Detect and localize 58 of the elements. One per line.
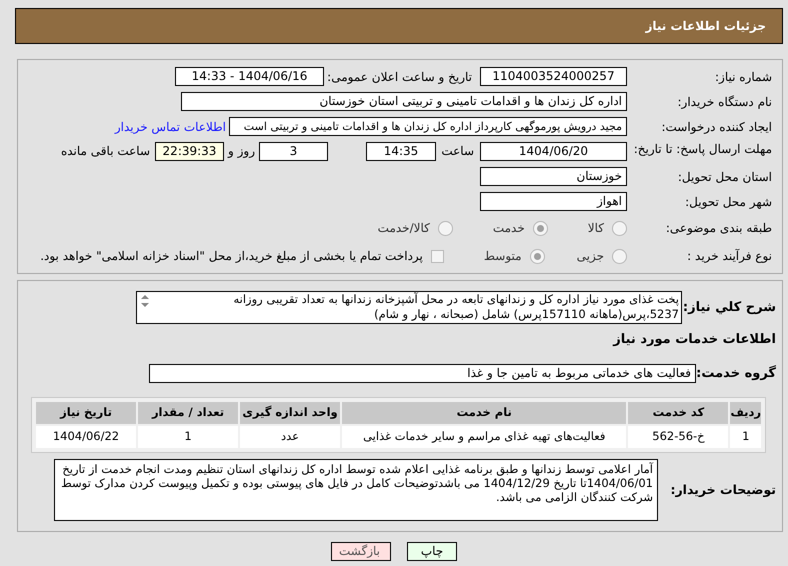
description-field[interactable]: پخت غذای مورد نیاز اداره کل و زندانهای تابعه در محل آشپزخانه زندانها به تعداد تقریبی روزانه 5237،پرس(ماهانه 157110پرس) شامل (صبحانه ، نهار و شام) bbox=[136, 291, 682, 324]
field-label: شماره نیاز: bbox=[714, 68, 772, 86]
field-label: روز و bbox=[228, 143, 255, 160]
notes-field[interactable]: آمار اعلامی توسط زندانها و طبق برنامه غذایی اعلام شده توسط اداره کل زندانهای استان تنظیم ومدت انجام خدمت از تاریخ 1404/06/01تا تاریخ 1404/12/29 می باشدتوضیحات کامل در فایل های پیوستی بوده و تکمیل وپیوست کردن مدارک توسط شرکت کنندگان الزامی می باشد. bbox=[54, 459, 658, 521]
field-label: توضیحات خریدار: bbox=[669, 480, 776, 499]
checkbox[interactable] bbox=[430, 250, 444, 262]
radio-button[interactable] bbox=[438, 220, 453, 236]
field-label: شهر محل تحویل: bbox=[684, 194, 772, 210]
page-title: جزئیات اطلاعات نیاز bbox=[645, 18, 766, 35]
column-header: تعداد / مقدار bbox=[138, 402, 238, 424]
scroll-arrows-icon[interactable] bbox=[139, 294, 151, 308]
need-number-field: 1104003524000257 bbox=[480, 67, 627, 86]
field-label: طبقه بندی موضوعی: bbox=[664, 220, 772, 237]
table-cell: 1 bbox=[730, 426, 761, 448]
deadline-time-field: 14:35 bbox=[366, 142, 436, 161]
section-title: اطلاعات خدمات مورد نياز bbox=[612, 331, 776, 349]
back-button[interactable]: بازگشت bbox=[331, 542, 391, 561]
days-field: 3 bbox=[259, 142, 328, 161]
radio-label: کالا/خدمت bbox=[378, 220, 430, 237]
field-label: ساعت باقی مانده bbox=[60, 143, 150, 160]
service-group-field: فعالیت های خدماتی مربوط به تامین جا و غذا bbox=[149, 364, 696, 383]
column-header: کد خدمت bbox=[628, 402, 728, 424]
radio-button[interactable] bbox=[532, 220, 548, 236]
radio-label: خدمت bbox=[492, 220, 525, 237]
column-header: واحد اندازه گیری bbox=[240, 402, 340, 424]
column-header: ردیف bbox=[730, 402, 761, 424]
table-cell: خ-56-562 bbox=[628, 426, 728, 448]
field-label: ایجاد کننده درخواست: bbox=[660, 118, 772, 136]
field-label: تاریخ و ساعت اعلان عمومی: bbox=[326, 68, 472, 86]
radio-label: کالا bbox=[588, 220, 604, 237]
field-label: شرح کلي نياز: bbox=[682, 298, 776, 317]
deadline-date-field: 1404/06/20 bbox=[480, 142, 627, 161]
table-cell: فعالیت‌های تهیه غذای مراسم و سایر خدمات غذایی bbox=[342, 426, 626, 448]
field-label: ساعت bbox=[442, 143, 474, 160]
contact-link[interactable]: اطلاعات تماس خریدار bbox=[114, 118, 226, 136]
city-field: اهواز bbox=[480, 192, 627, 211]
radio-button[interactable] bbox=[612, 248, 627, 264]
checkbox-label: پرداخت تمام یا بخشی از مبلغ خرید،از محل "اسناد خزانه اسلامی" خواهد بود. bbox=[40, 248, 423, 265]
table-cell: عدد bbox=[240, 426, 340, 448]
table-cell: 1404/06/22 bbox=[36, 426, 136, 448]
field-label: گروه خدمت: bbox=[696, 364, 776, 382]
radio-label: جزیی bbox=[576, 248, 604, 265]
radio-label: متوسط bbox=[484, 248, 522, 265]
province-field: خوزستان bbox=[480, 167, 627, 186]
column-header: نام خدمت bbox=[342, 402, 626, 424]
remaining-time-field: 22:39:33 bbox=[155, 142, 224, 161]
requester-field: مجید درویش پورموگهی کارپرداز اداره کل زندان ها و اقدامات تامینی و تربیتی است bbox=[229, 117, 627, 136]
radio-button[interactable] bbox=[612, 220, 627, 236]
field-label: استان محل تحویل: bbox=[676, 168, 772, 186]
radio-button[interactable] bbox=[530, 248, 545, 264]
buyer-field: اداره کل زندان ها و اقدامات تامینی و تربیتی استان خوزستان bbox=[181, 92, 627, 111]
column-header: تاریخ نیاز bbox=[36, 402, 136, 424]
field-label: نوع فرآیند خرید : bbox=[686, 248, 772, 265]
field-label: نام دستگاه خریدار: bbox=[676, 94, 772, 110]
print-button[interactable]: چاپ bbox=[407, 542, 457, 561]
table-cell: 1 bbox=[138, 426, 238, 448]
field-label: مهلت ارسال پاسخ: تا تاریخ: bbox=[632, 142, 772, 157]
announce-date-field: 1404/06/16 - 14:33 bbox=[175, 67, 324, 86]
